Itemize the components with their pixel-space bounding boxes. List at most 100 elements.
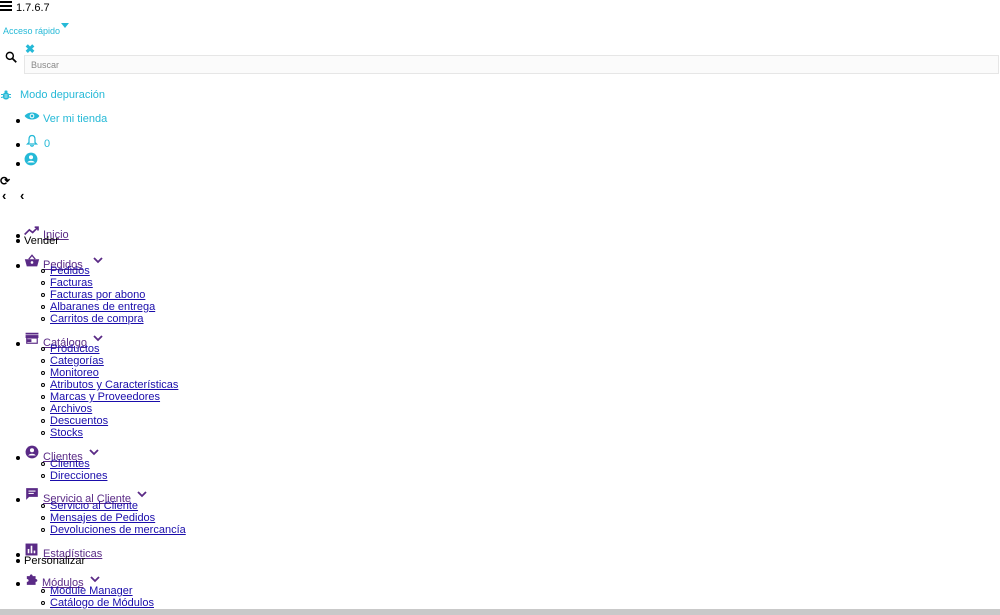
sub-link[interactable]: Facturas: [50, 277, 93, 289]
list-bullet: [41, 516, 45, 520]
sub-link[interactable]: Categorías: [50, 355, 104, 367]
view-store-item[interactable]: Ver mi tienda: [16, 107, 107, 125]
bar-chart-icon: [25, 543, 38, 555]
caret-down-icon[interactable]: [61, 23, 69, 28]
eye-icon: [24, 112, 40, 120]
section-customize-label: Personalizar: [24, 555, 86, 567]
list-bullet: [41, 431, 45, 435]
list-bullet: [41, 419, 45, 423]
sub-link[interactable]: Direcciones: [50, 470, 107, 482]
hamburger-menu-icon[interactable]: [0, 1, 12, 13]
sub-link[interactable]: Albaranes de entrega: [50, 301, 155, 313]
clear-search-icon[interactable]: ✖: [25, 42, 35, 56]
account-circle-icon: [24, 152, 38, 166]
list-bullet: [41, 371, 45, 375]
sub-link[interactable]: Descuentos: [50, 415, 108, 427]
list-bullet: [41, 269, 45, 273]
sub-item[interactable]: Stocks: [41, 427, 83, 439]
sub-link[interactable]: Monitoreo: [50, 367, 99, 379]
sub-item[interactable]: Clientes: [41, 458, 90, 470]
sub-link[interactable]: Devoluciones de mercancía: [50, 524, 186, 536]
debug-mode-link[interactable]: Modo depuración: [0, 89, 105, 101]
sub-item[interactable]: Archivos: [41, 403, 92, 415]
sub-link[interactable]: Stocks: [50, 427, 83, 439]
sub-link[interactable]: Carritos de compra: [50, 313, 144, 325]
sub-link[interactable]: Archivos: [50, 403, 92, 415]
sub-item[interactable]: Albaranes de entrega: [41, 301, 155, 313]
sub-item[interactable]: Monitoreo: [41, 367, 99, 379]
sub-link[interactable]: Atributos y Características: [50, 379, 178, 391]
list-bullet: [16, 162, 20, 166]
sub-item[interactable]: Mensajes de Pedidos: [41, 512, 155, 524]
collapse-left-icon[interactable]: ‹: [2, 188, 6, 203]
list-bullet: [16, 264, 20, 268]
puzzle-icon: [26, 574, 38, 585]
sub-item[interactable]: Facturas por abono: [41, 289, 145, 301]
sub-item[interactable]: Descuentos: [41, 415, 108, 427]
list-bullet: [16, 582, 20, 586]
sub-item[interactable]: Pedidos: [41, 265, 90, 277]
list-bullet: [16, 559, 20, 563]
chevron-down-icon[interactable]: [137, 490, 147, 498]
sub-item[interactable]: Module Manager: [41, 585, 133, 597]
sub-link[interactable]: Pedidos: [50, 265, 90, 277]
sub-item[interactable]: Marcas y Proveedores: [41, 391, 160, 403]
sub-item[interactable]: Direcciones: [41, 470, 107, 482]
notifications-item[interactable]: 0: [16, 130, 50, 150]
sub-link[interactable]: Module Manager: [50, 585, 133, 597]
horizontal-scrollbar[interactable]: [0, 609, 1000, 615]
refresh-icon[interactable]: ⟳: [0, 174, 10, 188]
list-bullet: [16, 119, 20, 123]
list-bullet: [41, 395, 45, 399]
sub-link[interactable]: Mensajes de Pedidos: [50, 512, 155, 524]
notifications-count: 0: [44, 138, 51, 150]
chevron-down-icon[interactable]: [93, 334, 103, 342]
shopping-basket-icon: [24, 253, 40, 266]
debug-mode-label: Modo depuración: [20, 89, 106, 101]
sub-item[interactable]: Atributos y Características: [41, 379, 178, 391]
chevron-down-icon[interactable]: [93, 256, 103, 264]
chevron-down-icon[interactable]: [89, 575, 100, 583]
sub-link[interactable]: Catálogo de Módulos: [50, 597, 154, 609]
sub-item[interactable]: Servicio al Cliente: [41, 500, 138, 512]
list-bullet: [41, 589, 45, 593]
sub-link[interactable]: Facturas por abono: [50, 289, 145, 301]
quick-access-link[interactable]: Acceso rápido: [3, 26, 60, 36]
chat-icon: [26, 488, 38, 500]
sub-link[interactable]: Clientes: [50, 458, 90, 470]
bell-icon: [26, 134, 38, 147]
list-bullet: [41, 528, 45, 532]
trending-up-icon: [24, 225, 39, 235]
account-circle-icon: [25, 445, 39, 459]
section-title-customize: Personalizar: [16, 555, 85, 567]
list-bullet: [41, 601, 45, 605]
version-label: 1.7.6.7: [16, 2, 50, 14]
section-sell-label: Vender: [24, 235, 59, 247]
view-store-label: Ver mi tienda: [43, 113, 108, 125]
sub-link[interactable]: Productos: [50, 343, 100, 355]
chevron-down-icon[interactable]: [89, 448, 99, 456]
list-bullet: [41, 293, 45, 297]
search-icon[interactable]: [4, 50, 18, 64]
list-bullet: [41, 359, 45, 363]
store-icon: [25, 332, 39, 344]
bug-icon: [0, 90, 12, 100]
collapse-left-icon-secondary[interactable]: ‹: [20, 188, 24, 203]
list-bullet: [16, 239, 20, 243]
sub-item[interactable]: Categorías: [41, 355, 104, 367]
search-input[interactable]: [24, 55, 999, 74]
list-bullet: [16, 498, 20, 502]
list-bullet: [41, 305, 45, 309]
sub-item[interactable]: Catálogo de Módulos: [41, 597, 154, 609]
sub-item[interactable]: Productos: [41, 343, 100, 355]
list-bullet: [41, 504, 45, 508]
list-bullet: [16, 143, 20, 147]
sub-link[interactable]: Servicio al Cliente: [50, 500, 138, 512]
list-bullet: [41, 474, 45, 478]
sub-item[interactable]: Carritos de compra: [41, 313, 144, 325]
sub-link[interactable]: Marcas y Proveedores: [50, 391, 160, 403]
list-bullet: [16, 342, 20, 346]
sub-item[interactable]: Devoluciones de mercancía: [41, 524, 186, 536]
sub-item[interactable]: Facturas: [41, 277, 93, 289]
employee-account-item[interactable]: [16, 152, 38, 166]
